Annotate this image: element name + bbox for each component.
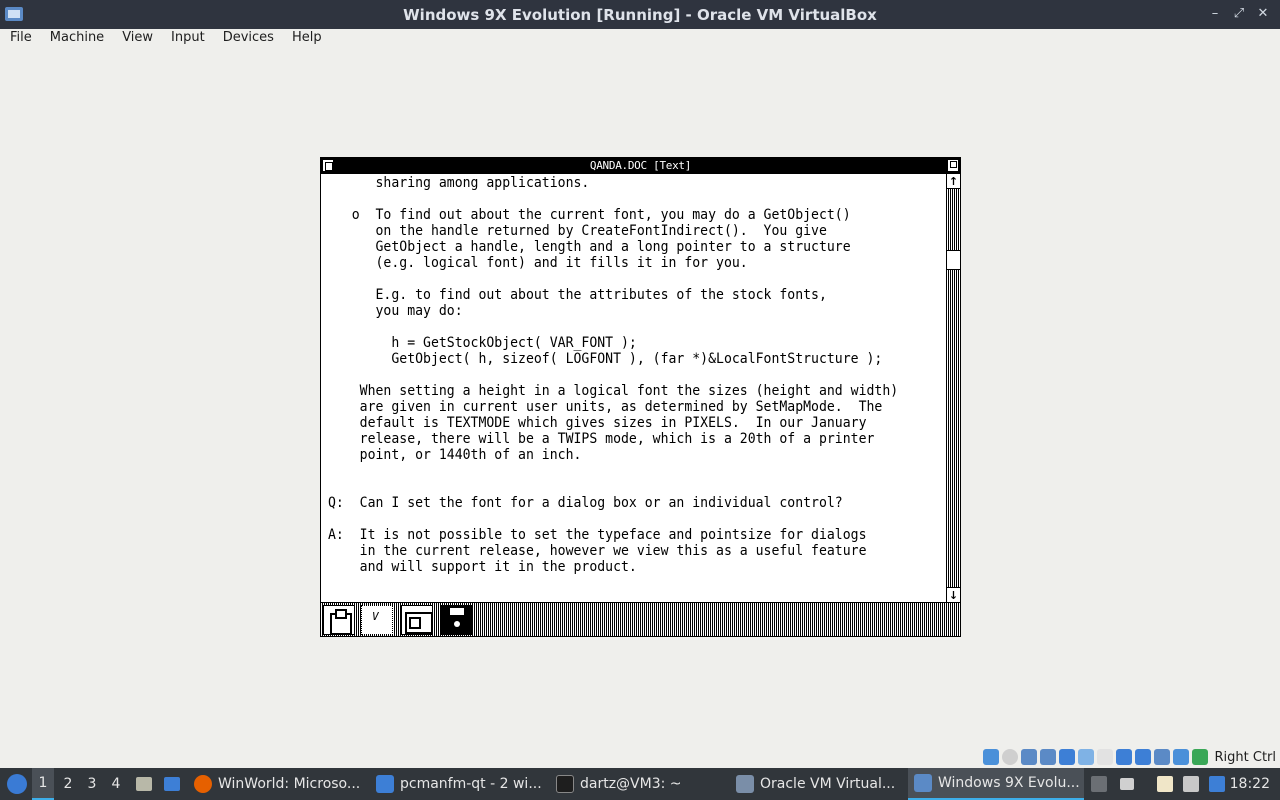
window-title: Windows 9X Evolution [Running] - Oracle … bbox=[403, 6, 877, 24]
mouse-integration-icon[interactable] bbox=[1172, 749, 1189, 765]
document-line: E.g. to find out about the attributes of… bbox=[328, 287, 827, 303]
keyboard-icon[interactable] bbox=[1191, 749, 1208, 765]
terminal-icon bbox=[556, 775, 574, 793]
taskbar-clock[interactable]: 18:22 bbox=[1230, 768, 1270, 800]
update-icon bbox=[1209, 776, 1225, 792]
vbox-title-bar: Windows 9X Evolution [Running] - Oracle … bbox=[0, 0, 1280, 29]
document-line: and will support it in the product. bbox=[328, 559, 637, 575]
menu-input[interactable]: Input bbox=[161, 29, 213, 47]
menu-view[interactable]: View bbox=[112, 29, 161, 47]
clipboard-tray-icon bbox=[1157, 776, 1173, 792]
document-line: When setting a height in a logical font … bbox=[328, 383, 899, 399]
tray-app-icon bbox=[1091, 776, 1107, 792]
task-label: Windows 9X Evolu... bbox=[938, 775, 1080, 791]
document-line: sharing among applications. bbox=[328, 175, 590, 191]
menu-file[interactable]: File bbox=[0, 29, 40, 47]
firefox-icon bbox=[194, 775, 212, 793]
network-tray[interactable] bbox=[1180, 768, 1202, 800]
network-tray-icon bbox=[1183, 776, 1199, 792]
workspace-1[interactable]: 1 bbox=[32, 768, 54, 800]
vertical-scrollbar[interactable]: ↑ ↓ bbox=[946, 174, 960, 602]
task-label: pcmanfm-qt - 2 wi... bbox=[400, 776, 542, 792]
document-line: in the current release, however we view … bbox=[328, 543, 867, 559]
close-button[interactable]: ✕ bbox=[1254, 5, 1272, 23]
scroll-thumb[interactable] bbox=[947, 250, 960, 270]
document-line: o To find out about the current font, yo… bbox=[328, 207, 851, 223]
host-key-label: Right Ctrl bbox=[1214, 749, 1277, 765]
file-manager-icon bbox=[164, 777, 180, 791]
show-desktop-button[interactable] bbox=[133, 768, 155, 800]
document-line: default is TEXTMODE which gives sizes in… bbox=[328, 415, 867, 431]
file-manager-launcher[interactable] bbox=[161, 768, 183, 800]
recording-icon[interactable] bbox=[1134, 749, 1151, 765]
optical-drive-icon[interactable] bbox=[1001, 749, 1018, 765]
icon-area bbox=[321, 602, 960, 636]
task-windows-9x-vm[interactable]: Windows 9X Evolu... bbox=[908, 768, 1084, 800]
document-title: QANDA.DOC [Text] bbox=[589, 159, 692, 172]
maximize-box[interactable] bbox=[947, 159, 959, 172]
audio-icon[interactable] bbox=[1039, 749, 1056, 765]
task-firefox[interactable]: WinWorld: Microso... bbox=[188, 768, 368, 800]
document-caption-bar[interactable]: QANDA.DOC [Text] bbox=[321, 158, 960, 174]
document-window: QANDA.DOC [Text] sharing among applicati… bbox=[320, 157, 961, 637]
document-line: on the handle returned by CreateFontIndi… bbox=[328, 223, 827, 239]
cpu-icon[interactable] bbox=[1153, 749, 1170, 765]
scroll-up-arrow-icon[interactable]: ↑ bbox=[947, 174, 960, 189]
start-menu-button[interactable] bbox=[4, 768, 30, 800]
menu-devices[interactable]: Devices bbox=[213, 29, 282, 47]
clipboard-tray[interactable] bbox=[1154, 768, 1176, 800]
workspace-3[interactable]: 3 bbox=[81, 768, 103, 800]
vbox-menu-bar: File Machine View Input Devices Help bbox=[0, 29, 1280, 47]
volume-button[interactable] bbox=[1116, 768, 1138, 800]
task-terminal[interactable]: dartz@VM3: ~ bbox=[550, 768, 728, 800]
maximize-button[interactable]: ⤢ bbox=[1230, 5, 1248, 23]
menu-machine[interactable]: Machine bbox=[40, 29, 112, 47]
floppy-disk-icon[interactable] bbox=[441, 605, 473, 635]
workspace-4[interactable]: 4 bbox=[105, 768, 127, 800]
desktop-icon bbox=[136, 777, 152, 791]
network-icon[interactable] bbox=[1058, 749, 1075, 765]
document-line: Q: Can I set the font for a dialog box o… bbox=[328, 495, 843, 511]
workspace-2[interactable]: 2 bbox=[57, 768, 79, 800]
vbox-status-bar: Right Ctrl bbox=[982, 746, 1280, 768]
updates-tray[interactable] bbox=[1206, 768, 1228, 800]
document-line: release, there will be a TWIPS mode, whi… bbox=[328, 431, 875, 447]
document-line: GetObject a handle, length and a long po… bbox=[328, 239, 851, 255]
hard-disk-icon[interactable] bbox=[982, 749, 999, 765]
usb-icon[interactable] bbox=[1077, 749, 1094, 765]
task-pcmanfm[interactable]: pcmanfm-qt - 2 wi... bbox=[370, 768, 548, 800]
start-menu-icon bbox=[7, 774, 27, 794]
clock-icon[interactable] bbox=[361, 605, 393, 635]
document-line: (e.g. logical font) and it fills it in f… bbox=[328, 255, 748, 271]
scroll-down-arrow-icon[interactable]: ↓ bbox=[947, 587, 960, 602]
shared-folders-icon[interactable] bbox=[1096, 749, 1113, 765]
task-label: WinWorld: Microso... bbox=[218, 776, 361, 792]
taskbar: 1 2 3 4 WinWorld: Microso... pcmanfm-qt … bbox=[0, 768, 1280, 800]
display-icon[interactable] bbox=[1115, 749, 1132, 765]
document-text-area[interactable]: sharing among applications. o To find ou… bbox=[321, 174, 946, 602]
tray-item[interactable] bbox=[1088, 768, 1110, 800]
document-line: point, or 1440th of an inch. bbox=[328, 447, 582, 463]
volume-icon bbox=[1120, 778, 1134, 790]
document-line: A: It is not possible to set the typefac… bbox=[328, 527, 867, 543]
clipboard-icon[interactable] bbox=[323, 605, 355, 635]
document-line: h = GetStockObject( VAR_FONT ); bbox=[328, 335, 637, 351]
task-label: Oracle VM Virtual... bbox=[760, 776, 896, 792]
document-line: are given in current user units, as dete… bbox=[328, 399, 883, 415]
document-line: GetObject( h, sizeof( LOGFONT ), (far *)… bbox=[328, 351, 883, 367]
minimize-button[interactable]: – bbox=[1206, 5, 1224, 23]
ms-dos-executive-icon[interactable] bbox=[401, 605, 433, 635]
menu-help[interactable]: Help bbox=[282, 29, 330, 47]
virtualbox-vm-icon bbox=[914, 774, 932, 792]
floppy-icon[interactable] bbox=[1020, 749, 1037, 765]
document-line: you may do: bbox=[328, 303, 463, 319]
task-label: dartz@VM3: ~ bbox=[580, 776, 682, 792]
folder-icon bbox=[376, 775, 394, 793]
task-virtualbox-manager[interactable]: Oracle VM Virtual... bbox=[730, 768, 906, 800]
virtualbox-icon bbox=[736, 775, 754, 793]
